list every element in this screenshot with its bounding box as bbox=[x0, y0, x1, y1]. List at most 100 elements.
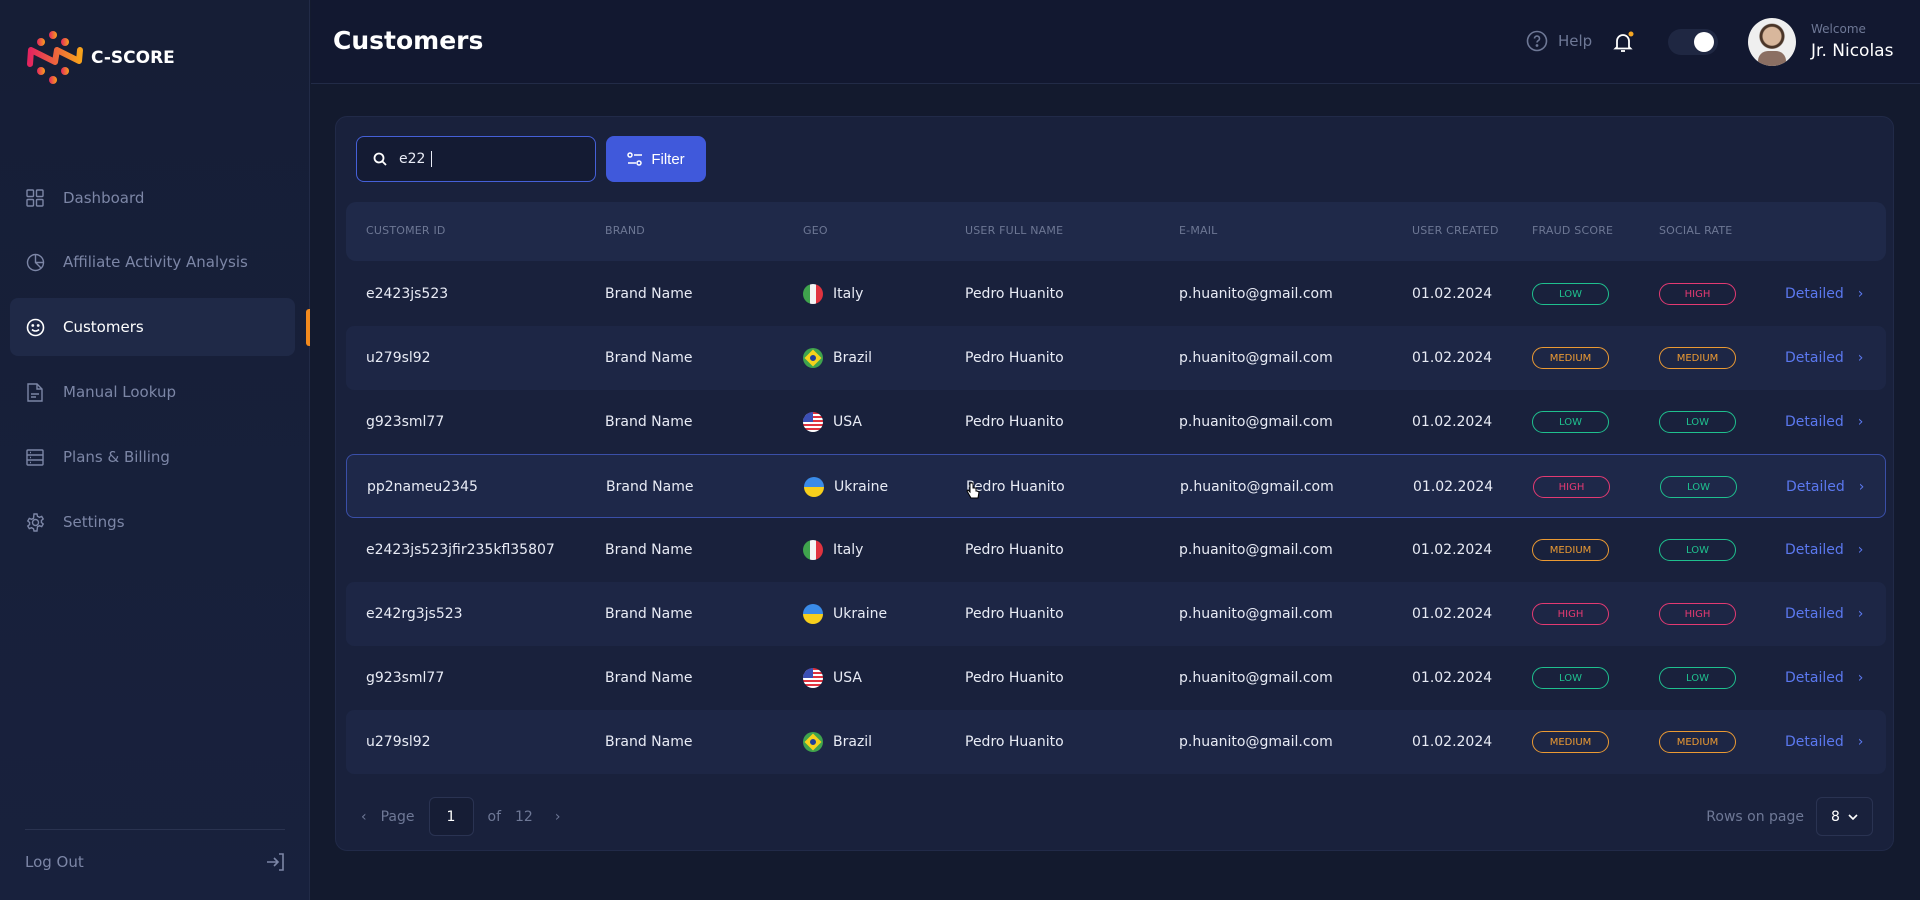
table-row[interactable]: pp2nameu2345 Brand Name Ukraine Pedro Hu… bbox=[346, 454, 1886, 518]
detailed-link[interactable]: Detailed › bbox=[1785, 710, 1863, 774]
help-label: Help bbox=[1558, 32, 1593, 50]
detailed-label: Detailed bbox=[1785, 286, 1844, 302]
chevron-right-icon: › bbox=[1857, 350, 1864, 366]
detailed-link[interactable]: Detailed › bbox=[1785, 518, 1863, 582]
brand: Brand Name bbox=[605, 606, 693, 622]
logo[interactable]: C-SCORE bbox=[25, 30, 175, 86]
detailed-link[interactable]: Detailed › bbox=[1785, 326, 1863, 390]
user-full-name: Pedro Huanito bbox=[966, 479, 1065, 495]
sidebar-item-affiliate-activity-analysis[interactable]: Affiliate Activity Analysis bbox=[10, 233, 295, 291]
geo: Ukraine bbox=[834, 479, 889, 495]
flag-ukraine-icon bbox=[803, 604, 823, 624]
brand: Brand Name bbox=[605, 350, 693, 366]
detailed-label: Detailed bbox=[1786, 479, 1845, 495]
logout-button[interactable]: Log Out bbox=[25, 852, 285, 872]
user-created: 01.02.2024 bbox=[1413, 479, 1494, 495]
brand: Brand Name bbox=[605, 286, 693, 302]
email: p.huanito@gmail.com bbox=[1179, 286, 1333, 302]
flag-italy-icon bbox=[803, 284, 823, 304]
flag-italy-icon bbox=[803, 540, 823, 560]
table-row[interactable]: g923sml77 Brand Name USA Pedro Huanito p… bbox=[346, 390, 1886, 454]
geo: USA bbox=[833, 670, 862, 686]
social-rate-badge: LOW bbox=[1660, 476, 1737, 498]
customer-id: g923sml77 bbox=[366, 670, 445, 686]
table-row[interactable]: g923sml77 Brand Name USA Pedro Huanito p… bbox=[346, 646, 1886, 710]
filter-button[interactable]: Filter bbox=[606, 136, 706, 182]
smile-icon bbox=[25, 317, 45, 337]
sidebar-item-plans-billing[interactable]: Plans & Billing bbox=[10, 428, 295, 486]
geo: Brazil bbox=[833, 350, 873, 366]
sidebar-item-label: Plans & Billing bbox=[63, 448, 170, 466]
table-row[interactable]: e242rg3js523 Brand Name Ukraine Pedro Hu… bbox=[346, 582, 1886, 646]
sidebar-item-label: Affiliate Activity Analysis bbox=[63, 253, 248, 271]
notifications-button[interactable] bbox=[1611, 30, 1635, 58]
chevron-right-icon: › bbox=[1857, 542, 1864, 558]
page-label: Page bbox=[380, 808, 415, 825]
table-header: CUSTOMER ID BRAND GEO USER FULL NAME E-MAIL U… bbox=[346, 202, 1886, 261]
table-row[interactable]: e2423js523jfir235kfl35807 Brand Name Ita… bbox=[346, 518, 1886, 582]
sidebar-item-settings[interactable]: Settings bbox=[10, 493, 295, 551]
customer-id: u279sl92 bbox=[366, 350, 431, 366]
social-rate-badge: MEDIUM bbox=[1659, 731, 1736, 753]
rows-per-page: Rows on page 8 bbox=[1706, 797, 1873, 836]
fraud-score-badge: MEDIUM bbox=[1532, 731, 1609, 753]
sidebar-item-customers[interactable]: Customers bbox=[10, 298, 295, 356]
brand: Brand Name bbox=[605, 414, 693, 430]
brand: Brand Name bbox=[605, 670, 693, 686]
toggle-knob bbox=[1694, 32, 1714, 52]
prev-page-icon[interactable]: ‹ bbox=[361, 809, 367, 825]
table-row[interactable]: u279sl92 Brand Name Brazil Pedro Huanito… bbox=[346, 326, 1886, 390]
logo-icon bbox=[27, 31, 83, 84]
detailed-link[interactable]: Detailed › bbox=[1785, 390, 1863, 454]
column-header-customer-id: CUSTOMER ID bbox=[366, 224, 446, 237]
pie-chart-icon bbox=[25, 252, 45, 272]
document-icon bbox=[25, 382, 45, 402]
detailed-link[interactable]: Detailed › bbox=[1785, 646, 1863, 710]
customer-id: e242rg3js523 bbox=[366, 606, 463, 622]
sliders-icon bbox=[627, 152, 643, 166]
gear-icon bbox=[25, 512, 45, 532]
customer-id: e2423js523jfir235kfl35807 bbox=[366, 542, 555, 558]
column-header-fraud-score: FRAUD SCORE bbox=[1532, 224, 1614, 237]
table-row[interactable]: u279sl92 Brand Name Brazil Pedro Huanito… bbox=[346, 710, 1886, 774]
active-indicator bbox=[306, 309, 310, 346]
search-input[interactable]: e22 bbox=[356, 136, 596, 182]
detailed-link[interactable]: Detailed › bbox=[1786, 455, 1864, 519]
chevron-right-icon: › bbox=[1857, 670, 1864, 686]
sidebar-item-label: Settings bbox=[63, 513, 125, 531]
next-page-icon[interactable]: › bbox=[555, 809, 561, 825]
help-button[interactable]: Help bbox=[1526, 30, 1592, 52]
user-created: 01.02.2024 bbox=[1412, 606, 1493, 622]
search-value: e22 bbox=[399, 151, 426, 167]
avatar[interactable] bbox=[1748, 18, 1796, 66]
sidebar-item-label: Customers bbox=[63, 318, 144, 336]
column-header-social-rate: SOCIAL RATE bbox=[1659, 224, 1733, 237]
detailed-label: Detailed bbox=[1785, 670, 1844, 686]
sidebar-item-dashboard[interactable]: Dashboard bbox=[10, 169, 295, 227]
brand: Brand Name bbox=[606, 479, 694, 495]
table-row[interactable]: e2423js523 Brand Name Italy Pedro Huanit… bbox=[346, 262, 1886, 326]
social-rate-badge: LOW bbox=[1659, 411, 1736, 433]
fraud-score-badge: LOW bbox=[1532, 283, 1609, 305]
detailed-label: Detailed bbox=[1785, 542, 1844, 558]
user-full-name: Pedro Huanito bbox=[965, 542, 1064, 558]
sidebar-item-manual-lookup[interactable]: Manual Lookup bbox=[10, 363, 295, 421]
detailed-link[interactable]: Detailed › bbox=[1785, 262, 1863, 326]
geo: Brazil bbox=[833, 734, 873, 750]
logout-label: Log Out bbox=[25, 853, 84, 871]
geo: Ukraine bbox=[833, 606, 888, 622]
rows-value: 8 bbox=[1831, 808, 1840, 825]
flag-ukraine-icon bbox=[804, 477, 824, 497]
email: p.huanito@gmail.com bbox=[1179, 350, 1333, 366]
flag-brazil-icon bbox=[803, 732, 823, 752]
detailed-link[interactable]: Detailed › bbox=[1785, 582, 1863, 646]
rows-select[interactable]: 8 bbox=[1816, 797, 1873, 836]
theme-toggle[interactable] bbox=[1668, 29, 1718, 55]
user-full-name: Pedro Huanito bbox=[965, 734, 1064, 750]
fraud-score-badge: LOW bbox=[1532, 667, 1609, 689]
page-input[interactable]: 1 bbox=[428, 797, 474, 836]
user-created: 01.02.2024 bbox=[1412, 542, 1493, 558]
user-full-name: Pedro Huanito bbox=[965, 286, 1064, 302]
detailed-label: Detailed bbox=[1785, 734, 1844, 750]
user-created: 01.02.2024 bbox=[1412, 670, 1493, 686]
